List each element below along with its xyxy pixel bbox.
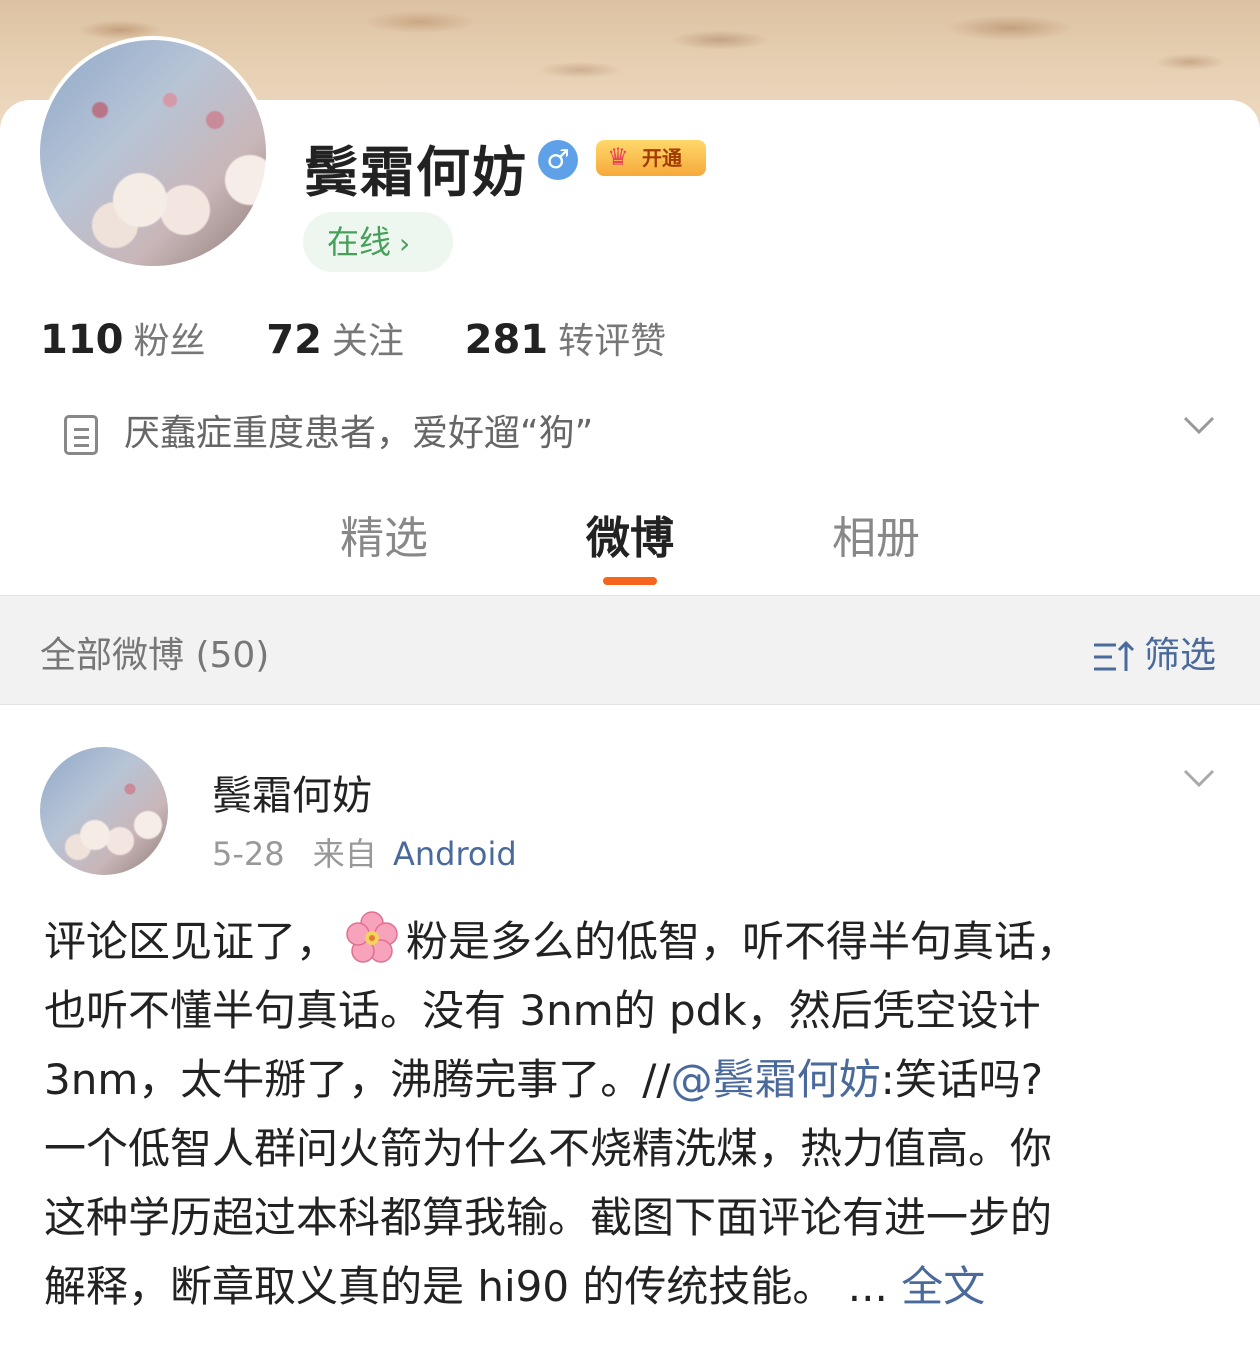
post-author-name[interactable]: 鬓霜何妨	[212, 763, 372, 821]
online-status-button[interactable]: 在线 ›	[303, 212, 453, 272]
post-text: 解释，断章取义真的是 hi90 的传统技能。 ...	[44, 1262, 902, 1311]
weibo-post[interactable]: 鬓霜何妨 5-28 来自 Android 评论区见证了， 粉是多么的低智，听不得…	[0, 705, 1260, 1351]
post-body[interactable]: 评论区见证了， 粉是多么的低智，听不得半句真话， 也听不懂半句真话。没有 3nm…	[44, 907, 1224, 1321]
stat-value: 281	[464, 317, 549, 363]
tab-weibo[interactable]: 微博	[586, 502, 674, 566]
post-author-avatar[interactable]	[40, 747, 168, 875]
tab-featured[interactable]: 精选	[340, 502, 428, 566]
post-date: 5-28	[212, 835, 285, 873]
profile-bio[interactable]: 厌蠢症重度患者，爱好遛“狗”	[64, 404, 594, 455]
post-meta: 5-28 来自 Android	[212, 829, 517, 875]
stat-label: 粉丝	[133, 321, 206, 362]
post-line: 评论区见证了， 粉是多么的低智，听不得半句真话，	[44, 907, 1224, 976]
cherry-blossom-icon	[346, 911, 398, 963]
post-source-prefix: 来自	[312, 835, 377, 873]
stat-label: 关注	[331, 321, 404, 362]
vip-open-button[interactable]: ♛ 开通	[596, 140, 706, 176]
post-line: 3nm，太牛掰了，沸腾完事了。//@鬓霜何妨:笑话吗?	[44, 1045, 1224, 1114]
chevron-down-icon[interactable]	[1182, 408, 1216, 442]
all-posts-count: 全部微博 (50)	[40, 635, 270, 676]
stat-value: 110	[40, 317, 124, 363]
bio-text: 厌蠢症重度患者，爱好遛“狗”	[124, 413, 594, 454]
stat-label: 转评赞	[558, 321, 667, 362]
post-text: 粉是多么的低智，听不得半句真话，	[406, 917, 1079, 966]
chevron-right-icon: ›	[399, 227, 411, 260]
post-source[interactable]: Android	[393, 835, 517, 873]
filter-button[interactable]: 筛选	[1092, 626, 1216, 678]
vip-open-label: 开通	[642, 146, 682, 170]
profile-stats: 110 粉丝 72 关注 281 转评赞	[40, 312, 714, 364]
stat-value: 72	[266, 317, 322, 363]
profile-name: 鬓霜何妨	[304, 141, 528, 204]
stat-interactions[interactable]: 281 转评赞	[465, 312, 667, 364]
post-text: 评论区见证了，	[44, 917, 339, 966]
user-mention-link[interactable]: @鬓霜何妨	[671, 1055, 881, 1104]
online-status-label: 在线	[327, 223, 392, 261]
tab-album[interactable]: 相册	[832, 502, 920, 566]
profile-avatar[interactable]	[36, 36, 270, 270]
chevron-down-icon[interactable]	[1182, 761, 1216, 795]
stat-following[interactable]: 72 关注	[266, 312, 404, 364]
active-tab-indicator	[603, 577, 657, 585]
post-line: 一个低智人群问火箭为什么不烧精洗煤，热力值高。你	[44, 1124, 1053, 1173]
male-gender-icon: ♂	[538, 140, 578, 180]
post-line: 也听不懂半句真话。没有 3nm的 pdk，然后凭空设计	[44, 986, 1041, 1035]
post-line: 解释，断章取义真的是 hi90 的传统技能。 ... 全文	[44, 1252, 1224, 1321]
post-text: 3nm，太牛掰了，沸腾完事了。//	[44, 1055, 671, 1104]
post-line: 这种学历超过本科都算我输。截图下面评论有进一步的	[44, 1193, 1053, 1242]
post-text: :笑话吗?	[880, 1055, 1044, 1104]
filter-sort-icon	[1093, 640, 1135, 671]
crown-icon: ♛	[607, 143, 629, 171]
filter-bar: 全部微博 (50) 筛选	[0, 595, 1260, 705]
document-icon	[64, 415, 98, 455]
full-text-link[interactable]: 全文	[901, 1262, 985, 1311]
stat-followers[interactable]: 110 粉丝	[40, 312, 206, 364]
filter-label: 筛选	[1143, 635, 1216, 676]
